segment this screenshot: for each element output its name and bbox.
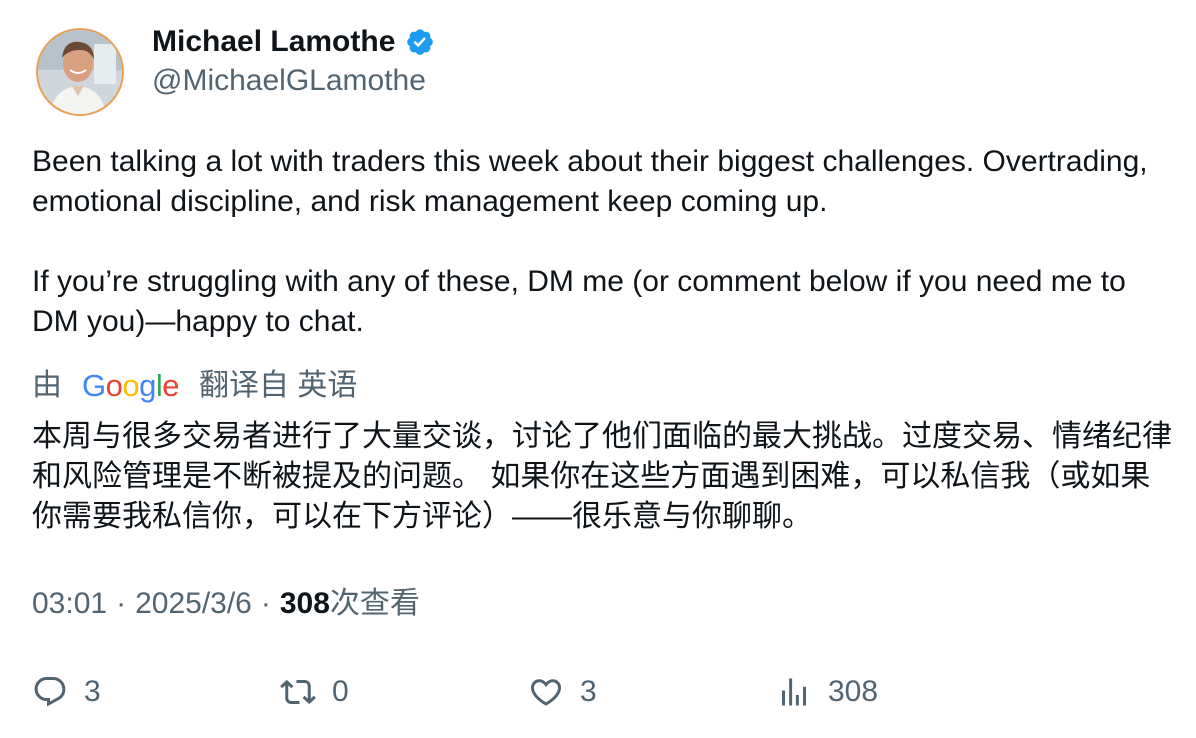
retweet-icon <box>280 679 316 705</box>
reply-button[interactable]: 3 <box>32 670 101 714</box>
views-label: 次查看 <box>329 587 420 620</box>
meta-separator: · <box>260 587 271 620</box>
like-count: 3 <box>580 675 597 708</box>
retweet-count: 0 <box>332 675 349 708</box>
tweet-paragraph: Been talking a lot with traders this wee… <box>32 145 1156 218</box>
reply-icon <box>34 677 66 707</box>
tweet-meta: 03:01 · 2025/3/6 · 308 次查看 <box>32 584 420 624</box>
action-bar: 3 0 3 308 <box>32 670 1172 714</box>
tweet-date[interactable]: 2025/3/6 <box>135 584 252 624</box>
reply-count: 3 <box>84 675 101 708</box>
tweet-text: Been talking a lot with traders this wee… <box>32 142 1172 342</box>
translated-text: 本周与很多交易者进行了大量交谈，讨论了他们面临的最大挑战。过度交易、情绪纪律和风… <box>32 420 1172 533</box>
avatar-image <box>38 30 122 114</box>
tweet-paragraph: If you’re struggling with any of these, … <box>32 265 1135 338</box>
heart-icon <box>530 679 562 706</box>
translation-attribution[interactable]: 由 Google 翻译自 英语 <box>32 366 357 406</box>
author-name[interactable]: Michael Lamothe <box>152 24 395 60</box>
retweet-button[interactable]: 0 <box>280 670 349 714</box>
meta-separator: · <box>116 587 127 620</box>
like-button[interactable]: 3 <box>528 670 597 714</box>
views-action-count: 308 <box>828 675 879 708</box>
views-count: 308 <box>279 587 330 620</box>
avatar[interactable] <box>36 28 124 116</box>
analytics-icon <box>782 678 806 706</box>
translation-suffix: 翻译自 英语 <box>199 369 358 402</box>
verified-badge-icon <box>407 29 434 55</box>
translation-prefix: 由 <box>32 369 62 402</box>
google-logo: Google <box>82 368 180 403</box>
author-handle[interactable]: @MichaelGLamothe <box>152 63 426 99</box>
tweet-time[interactable]: 03:01 <box>32 584 107 624</box>
views-button[interactable]: 308 <box>776 670 878 714</box>
tweet-card: Michael Lamothe @MichaelGLamothe Been ta… <box>0 0 1196 738</box>
author-name-row[interactable]: Michael Lamothe <box>152 24 435 60</box>
